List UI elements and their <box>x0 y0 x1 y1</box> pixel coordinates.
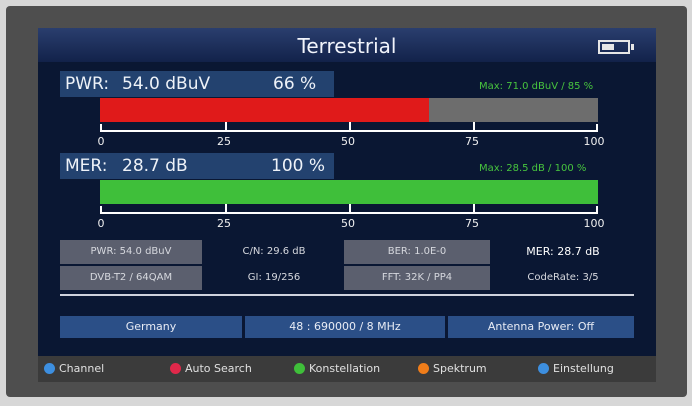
param-fft: FFT: 32K / PP4 <box>344 266 490 290</box>
title-bar: Terrestrial <box>38 28 656 62</box>
pwr-percent: 66 % <box>273 74 317 94</box>
pwr-label: PWR: <box>65 74 110 94</box>
channel-frequency-field: 48 : 690000 / 8 MHz <box>245 316 445 338</box>
konstellation-key-label: Konstellation <box>309 362 381 375</box>
antenna-power-field: Antenna Power: Off <box>448 316 634 338</box>
mer-tick-label: 100 <box>583 217 605 230</box>
einstellung-key[interactable]: Einstellung <box>538 358 614 380</box>
pwr-tick-label: 0 <box>97 135 105 148</box>
country-field: Germany <box>60 316 242 338</box>
move-icon <box>44 363 55 374</box>
mer-readout: MER: 28.7 dB 100 % <box>60 153 334 179</box>
divider <box>60 294 634 296</box>
pwr-tick-label: 100 <box>583 135 605 148</box>
mer-tick-label: 25 <box>217 217 231 230</box>
function-key-bar: Channel Auto Search Konstellation Spektr… <box>38 356 656 382</box>
pwr-tick-label: 75 <box>465 135 479 148</box>
green-button-icon <box>294 363 305 374</box>
mer-value: 28.7 dB <box>122 156 188 176</box>
mer-tick-label: 75 <box>465 217 479 230</box>
pwr-tick-label: 50 <box>341 135 355 148</box>
spektrum-key[interactable]: Spektrum <box>418 358 487 380</box>
auto-search-key-label: Auto Search <box>185 362 252 375</box>
mer-level-fill <box>100 180 598 204</box>
pwr-tick-label: 25 <box>217 135 231 148</box>
auto-search-key[interactable]: Auto Search <box>170 358 252 380</box>
pwr-readout: PWR: 54.0 dBuV 66 % <box>60 71 334 97</box>
param-cn: C/N: 29.6 dB <box>242 246 306 257</box>
param-ber: BER: 1.0E-0 <box>344 240 490 264</box>
battery-icon <box>598 40 634 54</box>
mer-level-bar <box>100 180 598 204</box>
pwr-max: Max: 71.0 dBuV / 85 % <box>479 81 594 92</box>
pwr-level-fill <box>100 98 429 122</box>
mer-scale <box>100 204 598 214</box>
spektrum-key-label: Spektrum <box>433 362 487 375</box>
param-standard: DVB-T2 / 64QAM <box>60 266 202 290</box>
param-coderate: CodeRate: 3/5 <box>527 272 599 283</box>
pwr-scale <box>100 122 598 132</box>
konstellation-key[interactable]: Konstellation <box>294 358 380 380</box>
param-mer: MER: 28.7 dB <box>526 245 600 258</box>
meter-screen: Terrestrial PWR: 54.0 dBuV 66 % Max: 71.… <box>38 28 656 382</box>
red-button-icon <box>170 363 181 374</box>
mer-label: MER: <box>65 156 108 176</box>
mer-tick-label: 50 <box>341 217 355 230</box>
channel-key-label: Channel <box>59 362 105 375</box>
einstellung-key-label: Einstellung <box>553 362 614 375</box>
param-pwr: PWR: 54.0 dBuV <box>60 240 202 264</box>
pwr-value: 54.0 dBuV <box>122 74 211 94</box>
page-title: Terrestrial <box>297 34 397 58</box>
param-gi: GI: 19/256 <box>247 272 301 283</box>
blue-button-icon <box>538 363 549 374</box>
mer-percent: 100 % <box>271 156 326 176</box>
channel-key[interactable]: Channel <box>44 358 104 380</box>
mer-max: Max: 28.5 dB / 100 % <box>479 163 587 174</box>
pwr-level-bar <box>100 98 598 122</box>
mer-tick-label: 0 <box>97 217 105 230</box>
orange-button-icon <box>418 363 429 374</box>
